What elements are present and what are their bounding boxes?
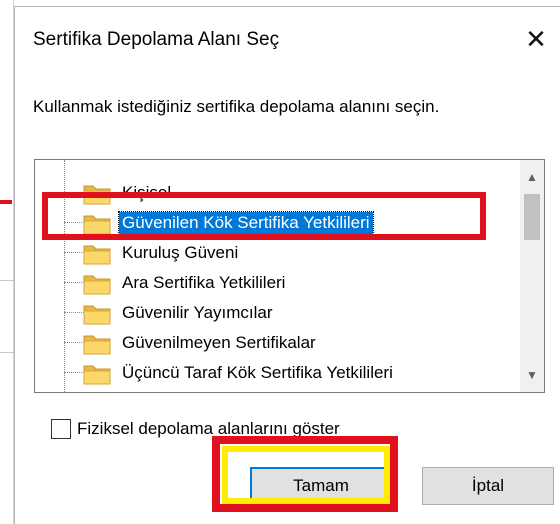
annotation-arrow-tail — [0, 200, 12, 204]
folder-icon — [83, 305, 111, 325]
scroll-down-arrow-icon[interactable]: ▼ — [520, 364, 544, 386]
tree-item[interactable]: Güvenilir Yayımcılar — [35, 298, 515, 328]
tree-connector — [64, 342, 84, 343]
tree-item-label: Üçüncü Taraf Kök Sertifika Yetkilileri — [122, 363, 393, 382]
tree-item-label: Ara Sertifika Yetkilileri — [122, 273, 286, 292]
folder-icon — [83, 245, 111, 265]
folder-icon — [83, 275, 111, 295]
tree-item-label: Kuruluş Güveni — [122, 243, 239, 262]
tree-connector — [64, 312, 84, 313]
tree-item[interactable]: Üçüncü Taraf Kök Sertifika Yetkilileri — [35, 358, 515, 388]
tree-item[interactable]: Kuruluş Güveni — [35, 238, 515, 268]
background-rule — [0, 352, 14, 353]
tree-item[interactable]: Ara Sertifika Yetkilileri — [35, 268, 515, 298]
tree-connector — [64, 282, 84, 283]
tree-item-label: Güvenilir Yayımcılar — [122, 303, 273, 322]
cancel-button[interactable]: İptal — [422, 467, 554, 505]
annotation-highlight-ok-inner — [222, 446, 390, 504]
tree-connector — [64, 252, 84, 253]
close-icon: ✕ — [525, 23, 547, 54]
tree-item[interactable]: Güvenilmeyen Sertifikalar — [35, 328, 515, 358]
background-rule — [0, 280, 14, 281]
dialog-title: Sertifika Depolama Alanı Seç — [33, 29, 280, 50]
tree-connector — [64, 372, 84, 373]
close-button[interactable]: ✕ — [516, 21, 556, 57]
tree-item-label: Güvenilmeyen Sertifikalar — [122, 333, 316, 352]
folder-icon — [83, 365, 111, 385]
instruction-text: Kullanmak istediğiniz sertifika depolama… — [33, 97, 440, 116]
annotation-highlight-selected-store — [42, 192, 486, 240]
scroll-up-arrow-icon[interactable]: ▲ — [520, 166, 544, 188]
scroll-thumb[interactable] — [524, 194, 540, 240]
folder-icon — [83, 335, 111, 355]
show-physical-stores-checkbox[interactable] — [51, 419, 71, 439]
tree-scrollbar[interactable]: ▲ ▼ — [520, 160, 544, 392]
